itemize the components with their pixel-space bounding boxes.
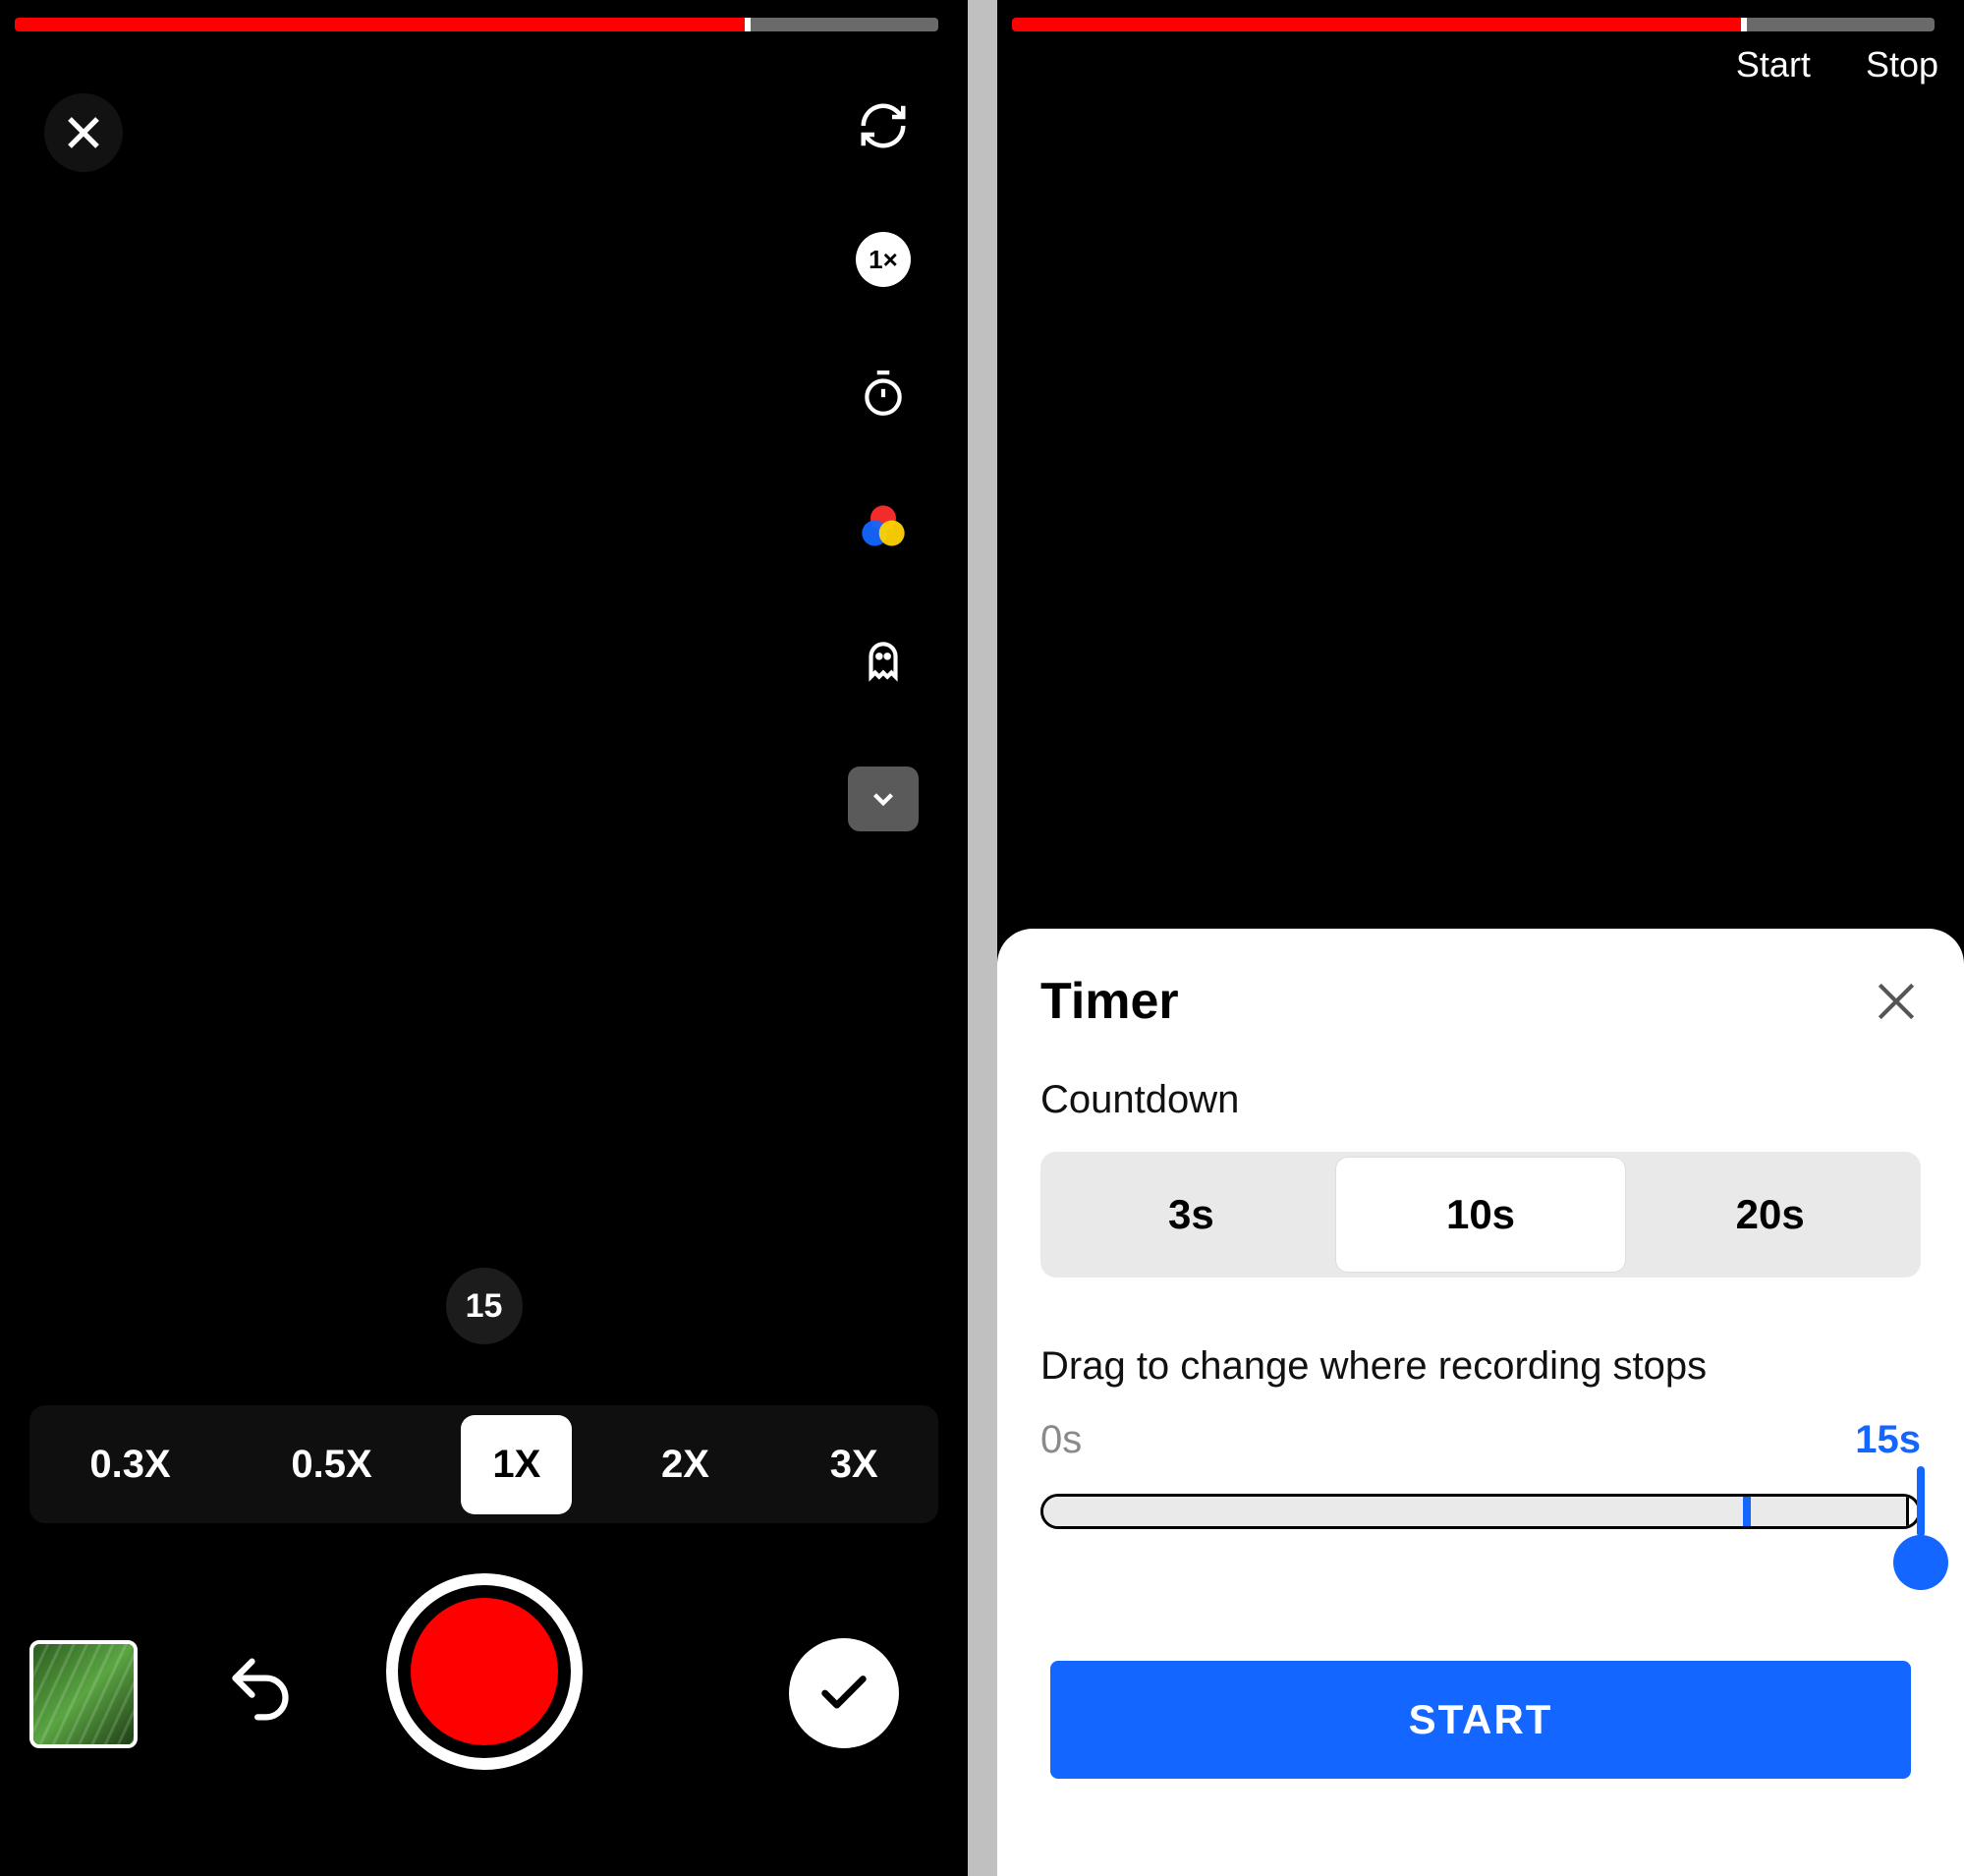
record-button[interactable] [386, 1573, 583, 1770]
camera-screen: 1× 15 0.3X 0.5X 1X [0, 0, 968, 1876]
progress-remaining [1747, 18, 1935, 31]
filters-icon [858, 501, 909, 552]
speed-badge: 1× [856, 232, 911, 287]
countdown-option-10s[interactable]: 10s [1336, 1158, 1626, 1272]
countdown-option-20s[interactable]: 20s [1625, 1158, 1915, 1272]
slider-fill [1043, 1497, 1909, 1526]
timer-sheet-screen: Start Stop Timer Countdown 3s 10s 20s Dr… [997, 0, 1964, 1876]
ghost-icon [859, 636, 908, 685]
close-icon [1872, 977, 1921, 1026]
drag-instruction-label: Drag to change where recording stops [1040, 1344, 1921, 1389]
start-timer-button[interactable]: START [1050, 1661, 1911, 1779]
zoom-option-0.5x[interactable]: 0.5X [259, 1415, 403, 1514]
check-icon [815, 1665, 872, 1722]
range-min-label: 0s [1040, 1418, 1082, 1462]
countdown-option-3s[interactable]: 3s [1046, 1158, 1336, 1272]
camera-tools: 1× [848, 98, 919, 831]
expand-tools-button[interactable] [848, 767, 919, 831]
record-indicator [411, 1598, 558, 1745]
progress-remaining [751, 18, 938, 31]
progress-filled [15, 18, 745, 31]
gallery-thumbnail[interactable] [29, 1640, 138, 1748]
flip-camera-button[interactable] [856, 98, 911, 153]
recording-progress-bar [1012, 18, 1935, 31]
zoom-selector: 0.3X 0.5X 1X 2X 3X [29, 1405, 938, 1523]
undo-icon [227, 1656, 294, 1723]
close-icon [63, 112, 104, 153]
sheet-title: Timer [1040, 972, 1179, 1031]
zoom-option-1x[interactable]: 1X [461, 1415, 572, 1514]
sheet-close-button[interactable] [1872, 977, 1921, 1026]
recording-progress-bar [15, 18, 938, 31]
flip-camera-icon [857, 99, 910, 152]
zoom-option-0.3x[interactable]: 0.3X [58, 1415, 201, 1514]
stop-point-slider[interactable] [1040, 1484, 1921, 1572]
clip-duration-badge[interactable]: 15 [446, 1268, 523, 1344]
undo-button[interactable] [221, 1650, 300, 1729]
progress-marker [1741, 18, 1747, 31]
countdown-segmented-control: 3s 10s 20s [1040, 1152, 1921, 1278]
countdown-label: Countdown [1040, 1078, 1921, 1122]
filters-button[interactable] [856, 499, 911, 554]
progress-filled [1012, 18, 1741, 31]
slider-handle[interactable] [1893, 1535, 1948, 1590]
effects-button[interactable] [856, 633, 911, 688]
segment-start-label[interactable]: Start [1736, 44, 1811, 85]
progress-handle-labels: Start Stop [1736, 44, 1938, 85]
timer-sheet: Timer Countdown 3s 10s 20s Drag to chang… [997, 929, 1964, 1876]
range-max-label: 15s [1855, 1418, 1921, 1462]
chevron-down-icon [867, 782, 900, 816]
slider-track [1040, 1494, 1921, 1529]
confirm-button[interactable] [789, 1638, 899, 1748]
slider-handle-line[interactable] [1917, 1466, 1925, 1537]
timer-button[interactable] [856, 366, 911, 421]
close-button[interactable] [44, 93, 123, 172]
zoom-option-3x[interactable]: 3X [799, 1415, 910, 1514]
zoom-option-2x[interactable]: 2X [630, 1415, 741, 1514]
speed-button[interactable]: 1× [856, 232, 911, 287]
segment-stop-label[interactable]: Stop [1866, 44, 1938, 85]
progress-marker [745, 18, 751, 31]
slider-existing-mark [1743, 1497, 1751, 1526]
timer-icon [859, 369, 908, 418]
